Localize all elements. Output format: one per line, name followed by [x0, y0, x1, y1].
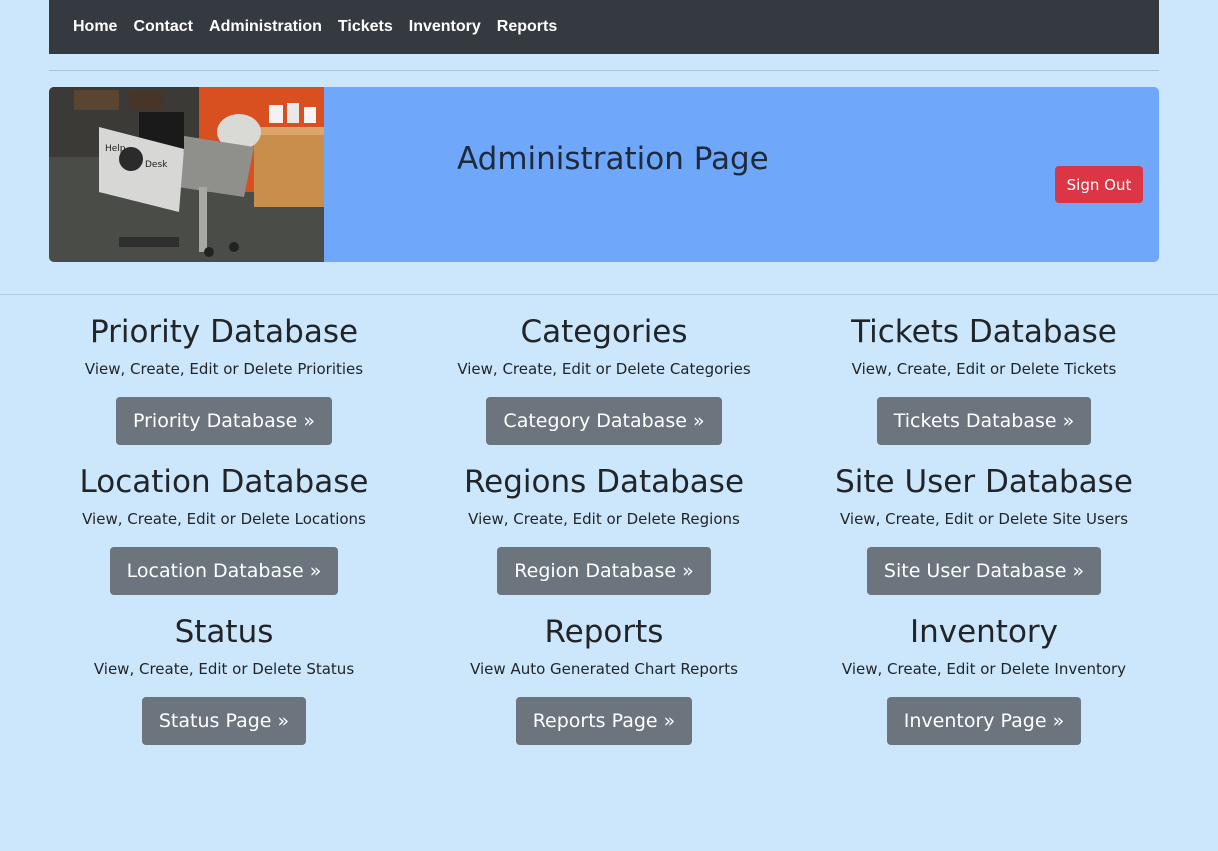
card-description: View, Create, Edit or Delete Locations: [82, 510, 366, 528]
nav-contact-link[interactable]: Contact: [133, 18, 193, 36]
hero-banner: Help Desk Administration Page Sign Out: [49, 87, 1159, 262]
reports-card: Reports View Auto Generated Chart Report…: [414, 614, 794, 745]
inventory-card: Inventory View, Create, Edit or Delete I…: [794, 614, 1174, 745]
site-user-database-card: Site User Database View, Create, Edit or…: [794, 464, 1174, 595]
card-title: Status: [174, 614, 274, 650]
regions-database-card: Regions Database View, Create, Edit or D…: [414, 464, 794, 595]
priority-database-button[interactable]: Priority Database »: [116, 397, 332, 445]
section-divider: [0, 294, 1218, 295]
card-description: View Auto Generated Chart Reports: [470, 660, 738, 678]
inventory-page-button[interactable]: Inventory Page »: [886, 697, 1082, 745]
card-description: View, Create, Edit or Delete Status: [93, 660, 355, 678]
card-description: View, Create, Edit or Delete Tickets: [851, 360, 1117, 378]
svg-text:Help: Help: [105, 144, 126, 154]
card-title: Priority Database: [89, 314, 359, 350]
nav-reports-link[interactable]: Reports: [497, 18, 557, 36]
card-description: View, Create, Edit or Delete Inventory: [841, 660, 1127, 678]
sign-out-button[interactable]: Sign Out: [1055, 166, 1143, 203]
card-description: View, Create, Edit or Delete Priorities: [84, 360, 364, 378]
card-description: View, Create, Edit or Delete Regions: [468, 510, 740, 528]
card-title: Inventory: [909, 614, 1059, 650]
categories-card: Categories View, Create, Edit or Delete …: [414, 314, 794, 445]
reports-page-button[interactable]: Reports Page »: [515, 697, 693, 745]
status-page-button[interactable]: Status Page »: [141, 697, 307, 745]
location-database-button[interactable]: Location Database »: [109, 547, 339, 595]
region-database-button[interactable]: Region Database »: [497, 547, 711, 595]
card-title: Tickets Database: [851, 314, 1117, 350]
help-desk-photo: Help Desk: [49, 87, 324, 262]
tickets-database-button[interactable]: Tickets Database »: [876, 397, 1092, 445]
top-navbar: Home Contact Administration Tickets Inve…: [49, 0, 1159, 54]
nav-inventory-link[interactable]: Inventory: [409, 18, 481, 36]
site-user-database-button[interactable]: Site User Database »: [866, 547, 1102, 595]
category-database-button[interactable]: Category Database »: [486, 397, 722, 445]
card-description: View, Create, Edit or Delete Site Users: [839, 510, 1129, 528]
priority-database-card: Priority Database View, Create, Edit or …: [34, 314, 414, 445]
svg-text:Desk: Desk: [145, 160, 168, 170]
card-title: Categories: [520, 314, 688, 350]
card-title: Reports: [544, 614, 664, 650]
top-divider: [49, 70, 1159, 71]
status-card: Status View, Create, Edit or Delete Stat…: [34, 614, 414, 745]
card-title: Regions Database: [463, 464, 745, 500]
card-title: Location Database: [79, 464, 369, 500]
nav-administration-link[interactable]: Administration: [209, 18, 322, 36]
nav-tickets-link[interactable]: Tickets: [338, 18, 393, 36]
card-description: View, Create, Edit or Delete Categories: [457, 360, 751, 378]
nav-home-link[interactable]: Home: [73, 18, 117, 36]
location-database-card: Location Database View, Create, Edit or …: [34, 464, 414, 595]
card-title: Site User Database: [835, 464, 1133, 500]
page-title: Administration Page: [457, 140, 769, 177]
tickets-database-card: Tickets Database View, Create, Edit or D…: [794, 314, 1174, 445]
